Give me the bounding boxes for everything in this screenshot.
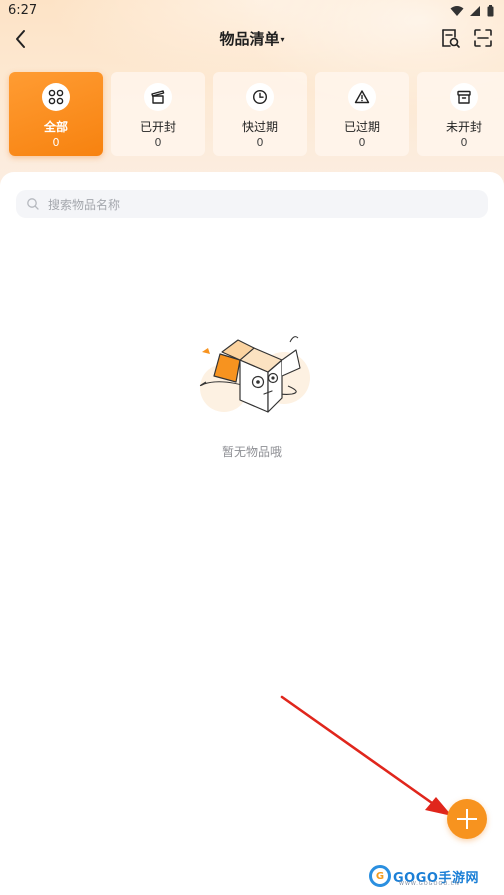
add-item-button[interactable] [447,799,487,839]
watermark: G GOGO手游网 WWW.GOGOGO.CN [369,862,499,890]
gogo-logo-icon: G [369,865,391,887]
annotation-arrow [280,695,452,816]
watermark-url: WWW.GOGOGO.CN [399,881,460,887]
